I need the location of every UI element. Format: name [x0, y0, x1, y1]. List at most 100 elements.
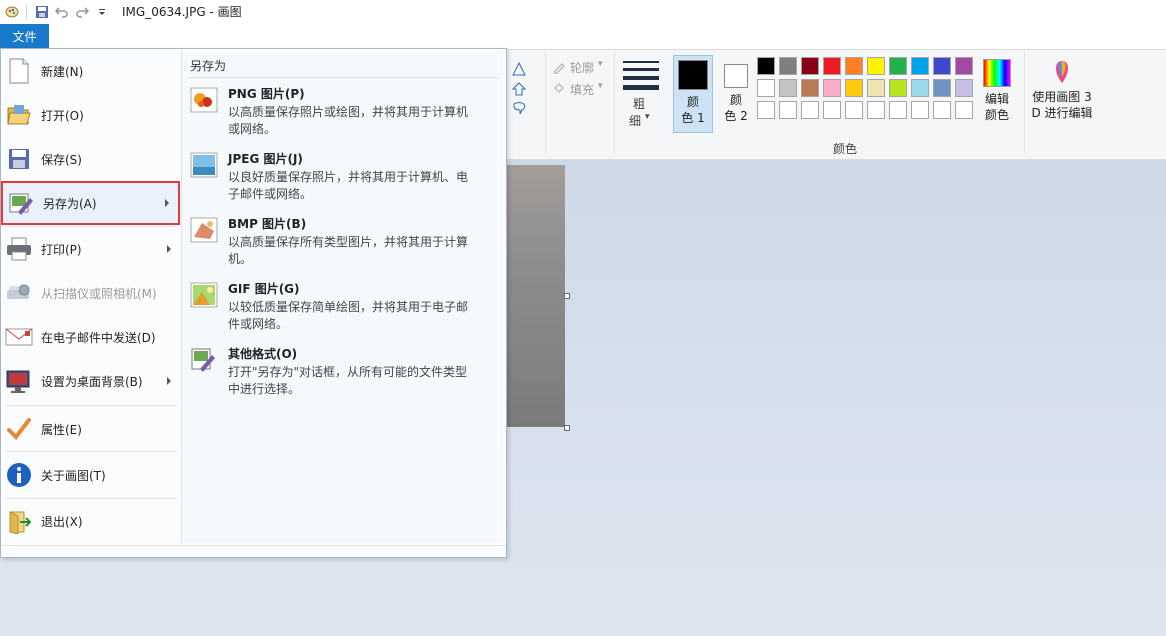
open-folder-icon: [5, 101, 33, 129]
submenu-item-other[interactable]: 其他格式(O) 打开"另存为"对话框，从所有可能的文件类型中进行选择。: [190, 345, 490, 401]
outline-dropdown-arrow[interactable]: ▾: [598, 59, 603, 69]
resize-handle-right[interactable]: [564, 293, 570, 299]
palette-color-swatch[interactable]: [779, 101, 797, 119]
submenu-item-name: GIF 图片(G): [228, 282, 300, 296]
palette-color-swatch[interactable]: [911, 79, 929, 97]
bmp-image-icon: [190, 217, 218, 243]
paint3d-button[interactable]: 使用画图 3 D 进行编辑: [1028, 55, 1096, 131]
submenu-item-jpeg[interactable]: JPEG 图片(J) 以良好质量保存照片，并将其用于计算机、电子邮件或网络。: [190, 150, 490, 206]
menu-footer-divider: [1, 545, 506, 546]
submenu-item-gif[interactable]: GIF 图片(G) 以较低质量保存简单绘图，并将其用于电子邮件或网络。: [190, 280, 490, 336]
palette-color-swatch[interactable]: [867, 57, 885, 75]
ribbon-tab-strip: [0, 23, 1166, 50]
menu-item-label: 属性(E): [41, 422, 82, 437]
palette-color-swatch[interactable]: [955, 101, 973, 119]
palette-color-swatch[interactable]: [955, 79, 973, 97]
palette-color-swatch[interactable]: [911, 101, 929, 119]
palette-color-swatch[interactable]: [801, 57, 819, 75]
palette-color-swatch[interactable]: [889, 79, 907, 97]
edit-colors-label-bottom: 颜色: [984, 108, 1009, 122]
palette-color-swatch[interactable]: [823, 101, 841, 119]
palette-color-swatch[interactable]: [845, 101, 863, 119]
paint-app-icon[interactable]: [4, 4, 20, 20]
size-lines-icon[interactable]: [620, 56, 662, 96]
size-label-top[interactable]: 粗: [633, 95, 645, 112]
palette-color-swatch[interactable]: [823, 79, 841, 97]
palette-color-swatch[interactable]: [867, 101, 885, 119]
fill-label[interactable]: 填充: [570, 81, 594, 98]
palette-color-swatch[interactable]: [779, 79, 797, 97]
submenu-arrow-icon: [167, 245, 171, 253]
palette-color-swatch[interactable]: [867, 79, 885, 97]
palette-color-swatch[interactable]: [933, 79, 951, 97]
submenu-item-desc: 以高质量保存照片或绘图，并将其用于计算机或网络。: [228, 105, 469, 136]
customize-qat-icon[interactable]: [94, 4, 110, 20]
palette-color-swatch[interactable]: [889, 101, 907, 119]
submenu-item-png[interactable]: PNG 图片(P) 以高质量保存照片或绘图，并将其用于计算机或网络。: [190, 85, 490, 141]
palette-color-swatch[interactable]: [801, 101, 819, 119]
edit-colors-button[interactable]: 编辑 颜色: [979, 55, 1015, 131]
checkmark-icon: [5, 415, 33, 443]
paint3d-label-top: 使用画图 3: [1032, 90, 1092, 104]
submenu-item-desc: 以较低质量保存简单绘图，并将其用于电子邮件或网络。: [228, 300, 469, 331]
scanner-icon: [5, 279, 33, 307]
menu-separator: [5, 405, 177, 406]
palette-color-swatch[interactable]: [779, 57, 797, 75]
palette-color-swatch[interactable]: [801, 79, 819, 97]
size-label-bottom[interactable]: 细: [629, 112, 641, 129]
menu-item-email[interactable]: 在电子邮件中发送(D): [1, 315, 180, 359]
menu-item-open[interactable]: 打开(O): [1, 93, 180, 137]
resize-handle-corner[interactable]: [564, 425, 570, 431]
outline-icon: [553, 63, 565, 74]
palette-color-swatch[interactable]: [845, 57, 863, 75]
palette-color-swatch[interactable]: [757, 79, 775, 97]
fill-dropdown-arrow[interactable]: ▾: [598, 81, 603, 91]
palette-color-swatch[interactable]: [889, 57, 907, 75]
menu-item-label: 打印(P): [41, 242, 82, 257]
file-tab[interactable]: 文件: [0, 24, 49, 48]
edit-colors-icon: [983, 59, 1011, 87]
ribbon-group-separator: [545, 53, 546, 153]
palette-color-swatch[interactable]: [757, 57, 775, 75]
ribbon-group-separator: [1024, 53, 1025, 153]
arrow-up-shape-icon[interactable]: [512, 82, 526, 96]
palette-color-swatch[interactable]: [911, 57, 929, 75]
color1-swatch: [678, 60, 708, 90]
save-icon[interactable]: [34, 4, 50, 20]
color2-button[interactable]: 颜 色 2: [716, 55, 756, 133]
menu-item-exit[interactable]: 退出(X): [1, 499, 180, 543]
menu-item-desktop-background[interactable]: 设置为桌面背景(B): [1, 359, 180, 403]
menu-item-label: 设置为桌面背景(B): [41, 374, 143, 389]
menu-item-new[interactable]: 新建(N): [1, 49, 180, 93]
menu-item-save[interactable]: 保存(S): [1, 137, 180, 181]
colors-group-title: 颜色: [833, 142, 858, 156]
canvas-image[interactable]: [505, 165, 565, 427]
palette-color-swatch[interactable]: [823, 57, 841, 75]
printer-icon: [5, 235, 33, 263]
undo-icon[interactable]: [54, 4, 70, 20]
palette-color-swatch[interactable]: [845, 79, 863, 97]
submenu-item-bmp[interactable]: BMP 图片(B) 以高质量保存所有类型图片，并将其用于计算机。: [190, 215, 490, 271]
triangle-shape-icon[interactable]: [512, 62, 526, 76]
redo-icon[interactable]: [74, 4, 90, 20]
color1-button[interactable]: 颜 色 1: [673, 55, 713, 133]
size-dropdown-arrow[interactable]: ▾: [645, 112, 650, 122]
color2-label-top: 颜: [729, 93, 742, 107]
menu-item-scanner: 从扫描仪或照相机(M): [1, 271, 180, 315]
outline-label[interactable]: 轮廓: [570, 59, 594, 76]
palette-color-swatch[interactable]: [757, 101, 775, 119]
submenu-title: 另存为: [190, 59, 227, 73]
paint3d-label-bottom: D 进行编辑: [1031, 106, 1093, 120]
menu-item-save-as[interactable]: 另存为(A): [1, 181, 180, 225]
palette-color-swatch[interactable]: [933, 57, 951, 75]
menu-item-properties[interactable]: 属性(E): [1, 407, 180, 451]
menu-item-print[interactable]: 打印(P): [1, 227, 180, 271]
menu-item-label: 退出(X): [41, 514, 83, 529]
submenu-item-name: BMP 图片(B): [228, 217, 307, 231]
callout-shape-icon[interactable]: [512, 101, 526, 115]
menu-item-about[interactable]: 关于画图(T): [1, 453, 180, 497]
palette-color-swatch[interactable]: [933, 101, 951, 119]
color1-label-top: 颜: [686, 95, 699, 109]
palette-color-swatch[interactable]: [955, 57, 973, 75]
submenu-item-desc: 以高质量保存所有类型图片，并将其用于计算机。: [228, 235, 469, 266]
